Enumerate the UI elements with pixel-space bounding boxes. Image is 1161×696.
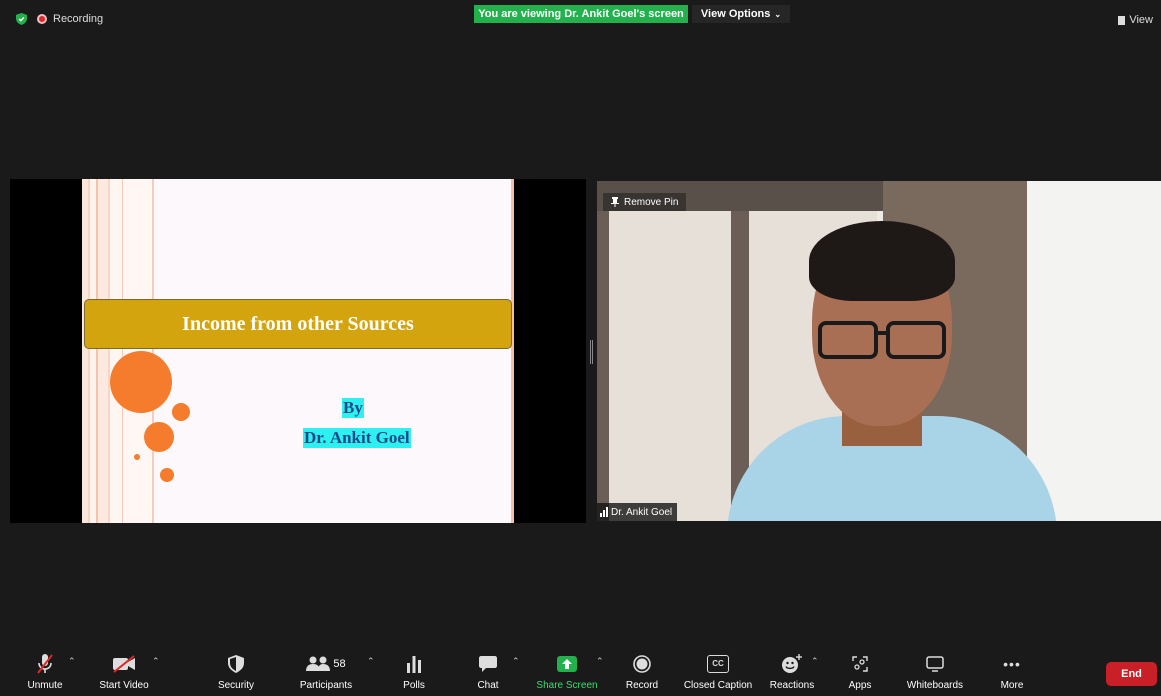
record-label: Record xyxy=(625,680,659,691)
closed-caption-button[interactable]: CC Closed Caption xyxy=(682,646,754,696)
video-options-caret[interactable]: ⌃ xyxy=(152,656,160,667)
security-shield-icon xyxy=(228,655,244,673)
chat-icon xyxy=(479,656,497,672)
chevron-down-icon: ⌄ xyxy=(774,9,782,19)
recording-indicator[interactable]: Recording xyxy=(37,13,103,25)
meeting-status: Recording xyxy=(16,13,103,25)
start-video-label: Start Video xyxy=(99,680,149,691)
closed-caption-label: Closed Caption xyxy=(683,680,753,691)
decor-circle-large xyxy=(110,351,172,413)
view-label: View xyxy=(1129,14,1153,26)
mic-muted-icon xyxy=(37,654,53,674)
security-label: Security xyxy=(217,680,255,691)
slide-title: Income from other Sources xyxy=(182,312,414,335)
person-glasses xyxy=(818,321,946,359)
apps-icon xyxy=(852,656,868,672)
split-divider-handle[interactable] xyxy=(590,340,593,364)
chat-label: Chat xyxy=(477,680,499,691)
reactions-icon xyxy=(782,654,802,673)
remove-pin-button[interactable]: Remove Pin xyxy=(603,193,687,211)
slide-by-label: By xyxy=(342,398,364,418)
view-options-button[interactable]: View Options ⌄ xyxy=(692,5,790,23)
share-screen-label: Share Screen xyxy=(536,680,598,691)
end-meeting-button[interactable]: End xyxy=(1106,662,1157,686)
view-button[interactable]: View xyxy=(1118,14,1153,26)
apps-label: Apps xyxy=(848,680,872,691)
pin-icon xyxy=(611,197,619,207)
unmute-button[interactable]: Unmute xyxy=(20,646,70,696)
polls-icon xyxy=(407,656,421,673)
unmute-label: Unmute xyxy=(27,680,63,691)
participants-button[interactable]: 58 Participants xyxy=(296,646,356,696)
decor-circle-medium xyxy=(144,422,174,452)
whiteboards-label: Whiteboards xyxy=(906,680,964,691)
view-icon xyxy=(1118,15,1126,25)
participant-name-tag: Dr. Ankit Goel xyxy=(597,503,678,521)
decor-circle-tiny xyxy=(134,454,140,460)
decor-circle-mini xyxy=(160,468,174,482)
participants-count: 58 xyxy=(333,658,346,670)
share-options-caret[interactable]: ⌃ xyxy=(596,656,604,667)
apps-button[interactable]: Apps xyxy=(842,646,878,696)
person-hair xyxy=(809,221,955,301)
participant-video[interactable]: Remove Pin Dr. Ankit Goel xyxy=(597,181,1161,521)
participant-name: Dr. Ankit Goel xyxy=(611,506,673,518)
share-screen-icon xyxy=(557,656,577,672)
participants-label: Participants xyxy=(299,680,353,691)
participants-icon xyxy=(306,656,331,671)
more-label: More xyxy=(1000,680,1024,691)
more-icon: ••• xyxy=(1003,656,1021,672)
shield-icon[interactable] xyxy=(16,13,27,25)
whiteboard-icon xyxy=(926,656,944,672)
closed-caption-icon: CC xyxy=(707,655,729,673)
start-video-button[interactable]: Start Video xyxy=(94,646,154,696)
view-options-label: View Options xyxy=(700,8,771,20)
video-background-pillar xyxy=(597,181,609,521)
audio-options-caret[interactable]: ⌃ xyxy=(68,656,76,667)
recording-label: Recording xyxy=(53,13,104,25)
presentation-slide: Income from other Sources By Dr. Ankit G… xyxy=(82,179,514,523)
reactions-options-caret[interactable]: ⌃ xyxy=(811,656,819,667)
record-button[interactable]: Record xyxy=(622,646,662,696)
polls-label: Polls xyxy=(403,680,425,691)
participants-options-caret[interactable]: ⌃ xyxy=(367,656,375,667)
remove-pin-label: Remove Pin xyxy=(624,196,679,208)
whiteboards-button[interactable]: Whiteboards xyxy=(902,646,968,696)
chat-button[interactable]: Chat xyxy=(470,646,506,696)
decor-circle-small xyxy=(172,403,190,421)
polls-button[interactable]: Polls xyxy=(396,646,432,696)
viewing-banner: You are viewing Dr. Ankit Goel's screen xyxy=(474,5,688,23)
slide-author: Dr. Ankit Goel xyxy=(303,428,411,448)
video-background-wall xyxy=(1027,181,1161,521)
video-background-panel xyxy=(609,211,731,521)
meeting-toolbar: Unmute ⌃ Start Video ⌃ Security 58 Parti… xyxy=(0,646,1161,696)
shared-screen: Income from other Sources By Dr. Ankit G… xyxy=(10,179,586,523)
chat-options-caret[interactable]: ⌃ xyxy=(512,656,520,667)
slide-decoration xyxy=(82,179,164,523)
video-off-icon xyxy=(113,655,135,673)
reactions-button[interactable]: Reactions xyxy=(766,646,818,696)
slide-title-bar: Income from other Sources xyxy=(84,299,512,349)
recording-icon xyxy=(37,14,47,24)
share-screen-button[interactable]: Share Screen xyxy=(534,646,600,696)
security-button[interactable]: Security xyxy=(212,646,260,696)
slide-edge xyxy=(511,179,514,523)
signal-icon xyxy=(600,507,608,517)
record-icon xyxy=(633,655,651,673)
reactions-label: Reactions xyxy=(769,680,815,691)
more-button[interactable]: ••• More xyxy=(994,646,1030,696)
